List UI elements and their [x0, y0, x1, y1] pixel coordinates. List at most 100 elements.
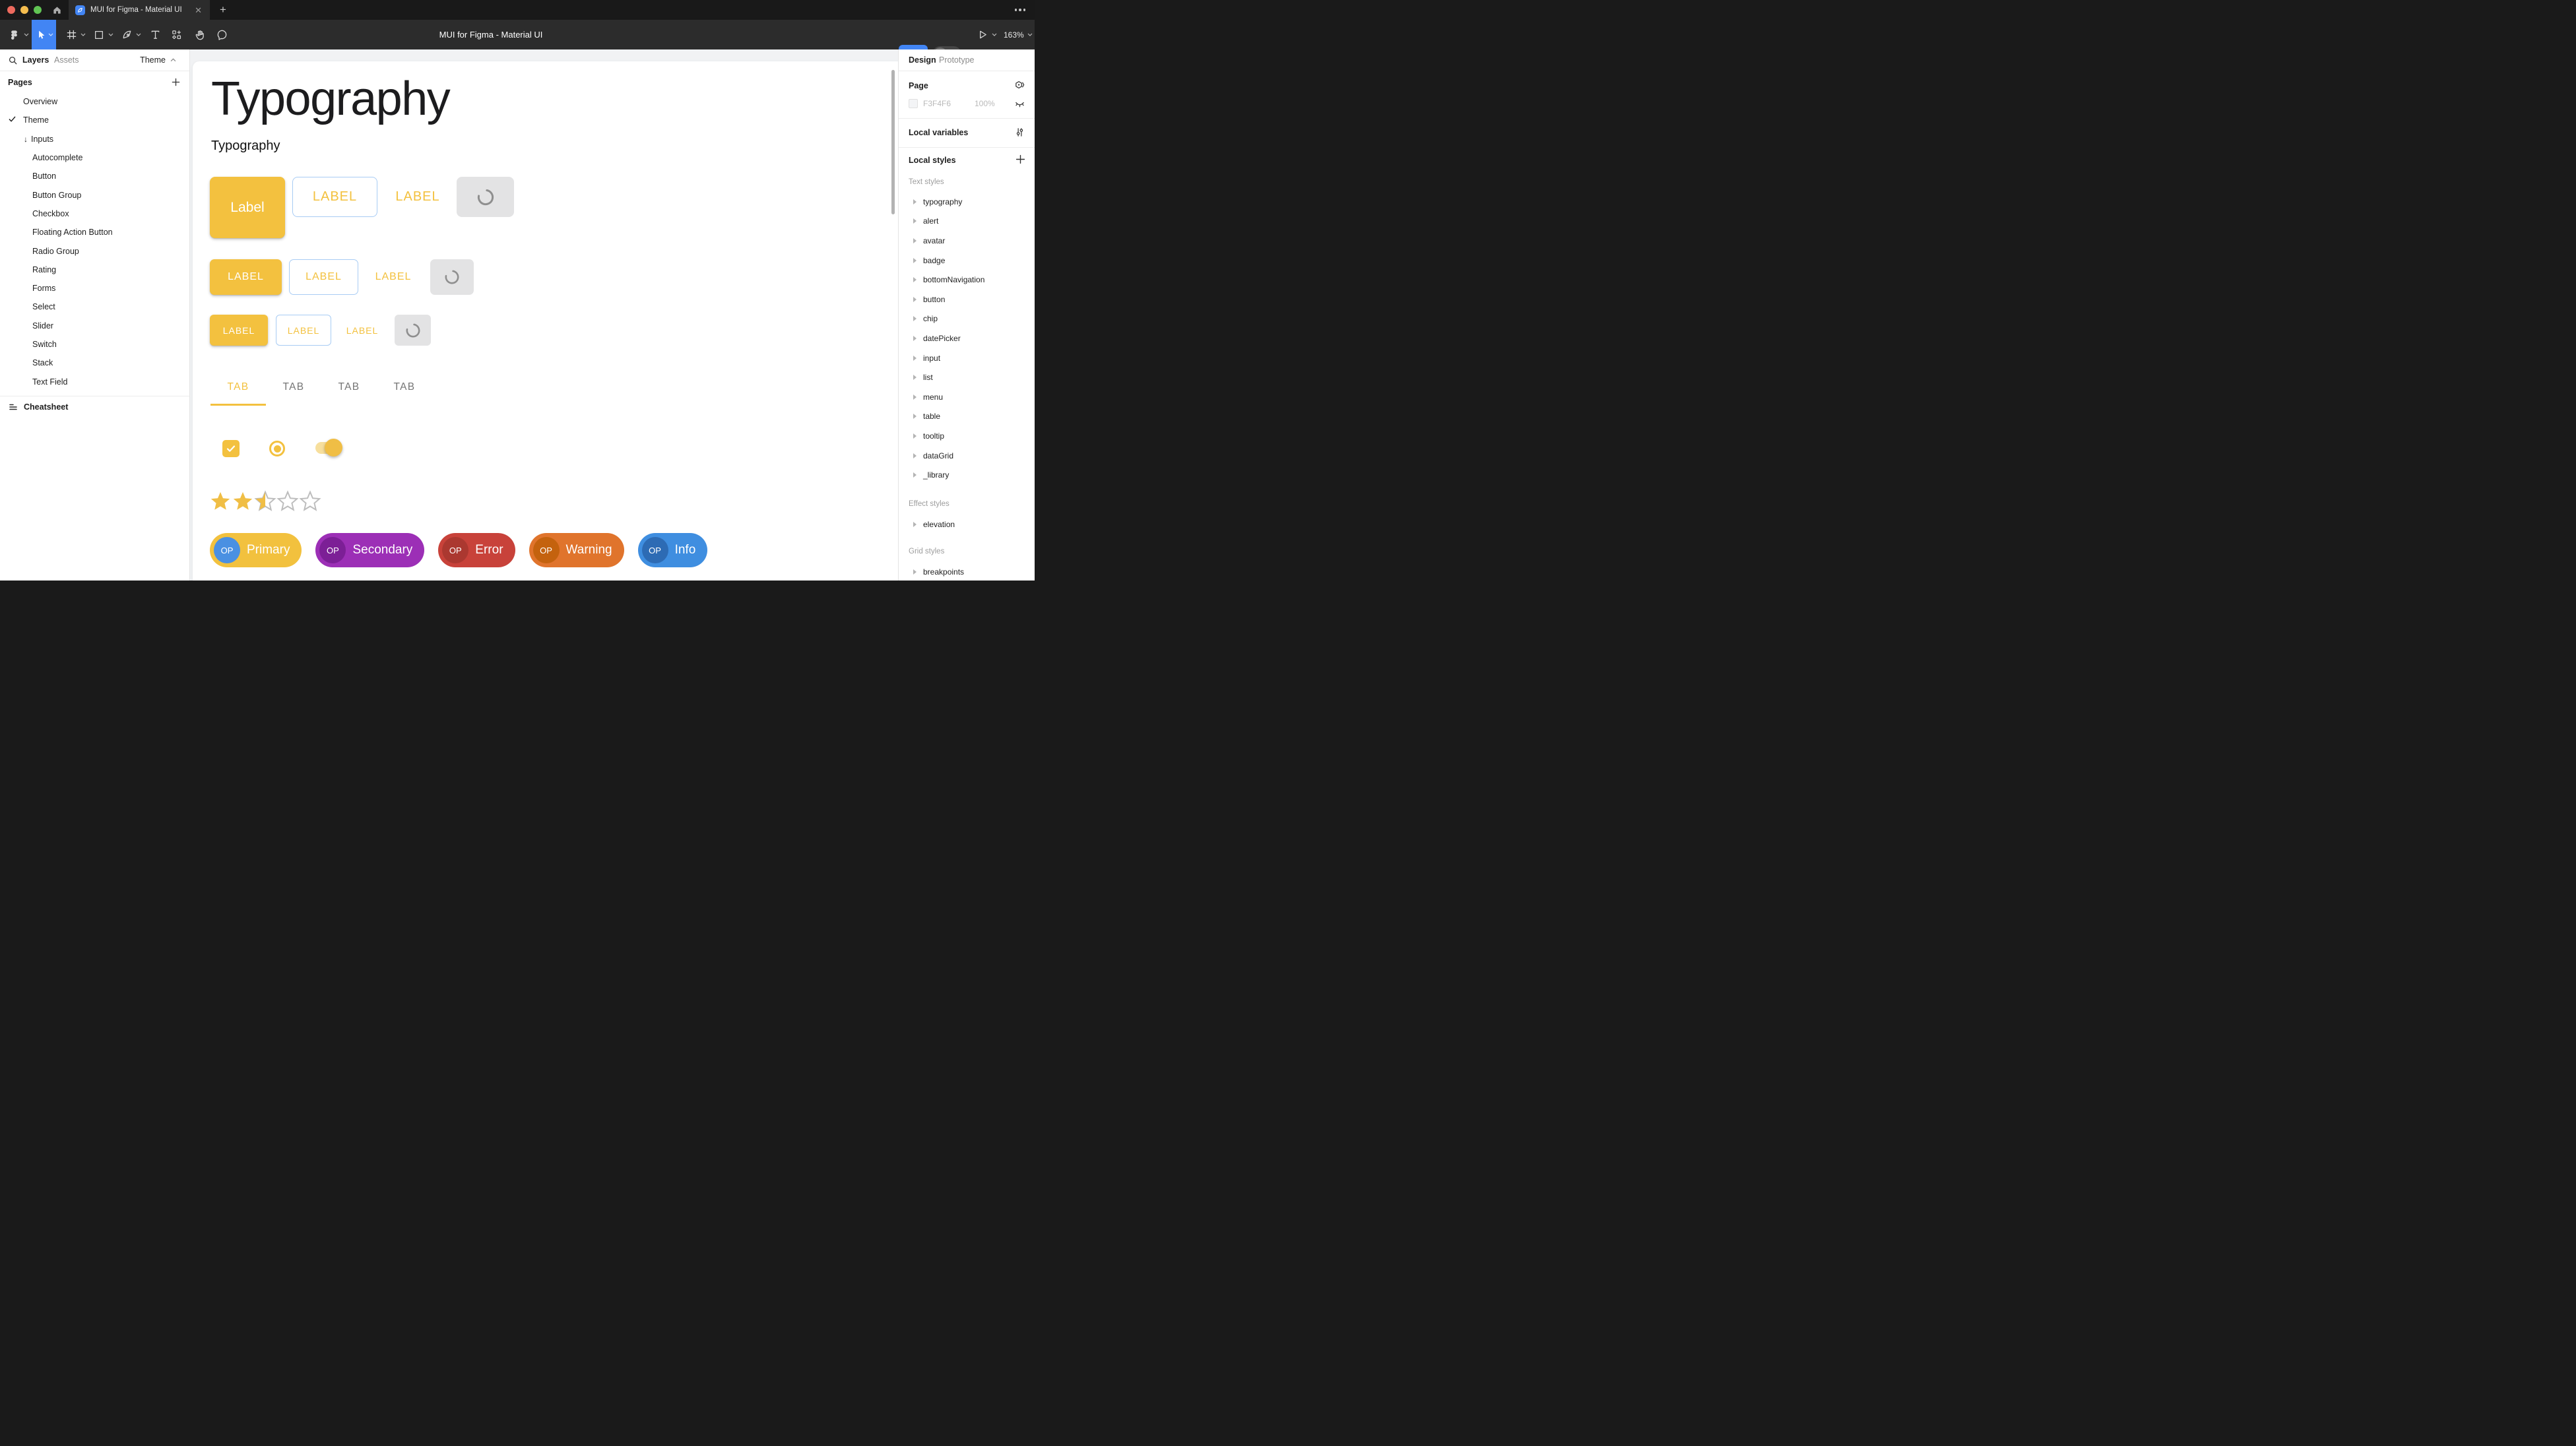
- add-page-button[interactable]: [169, 75, 182, 88]
- chip-info[interactable]: OP Info: [638, 533, 708, 567]
- chip-primary[interactable]: OP Primary: [210, 533, 302, 567]
- disclosure-triangle-icon[interactable]: [913, 453, 917, 458]
- page-item-rating[interactable]: Rating: [0, 261, 189, 279]
- tab-prototype[interactable]: Prototype: [939, 55, 975, 65]
- page-item-button-group[interactable]: Button Group: [0, 185, 189, 204]
- style-item-elevation[interactable]: elevation: [899, 515, 1035, 534]
- chip-error[interactable]: OP Error: [438, 533, 515, 567]
- main-menu-chevron-icon[interactable]: [22, 20, 30, 49]
- disclosure-triangle-icon[interactable]: [913, 569, 917, 575]
- disclosure-triangle-icon[interactable]: [913, 472, 917, 478]
- radio-selected[interactable]: [269, 441, 285, 456]
- chip-warning[interactable]: OP Warning: [529, 533, 624, 567]
- style-item-badge[interactable]: badge: [899, 251, 1035, 270]
- style-item-menu[interactable]: menu: [899, 387, 1035, 407]
- disclosure-triangle-icon[interactable]: [913, 356, 917, 361]
- move-tool-button[interactable]: [32, 20, 56, 49]
- frame-tool-chevron-icon[interactable]: [79, 20, 87, 49]
- actions-tool-button[interactable]: [168, 20, 185, 49]
- eye-closed-icon[interactable]: [1014, 98, 1025, 109]
- canvas[interactable]: Typography Typography Label LABEL LABEL …: [190, 49, 898, 581]
- hand-tool-button[interactable]: [190, 20, 209, 49]
- frame-tool-button[interactable]: [63, 20, 79, 49]
- zoom-menu[interactable]: 163%: [1004, 20, 1033, 49]
- style-item-avatar[interactable]: avatar: [899, 231, 1035, 251]
- style-item-alert[interactable]: alert: [899, 212, 1035, 232]
- page-item-select[interactable]: Select: [0, 298, 189, 316]
- contained-button-large[interactable]: Label: [210, 177, 285, 238]
- style-item-table[interactable]: table: [899, 407, 1035, 427]
- chip-secondary[interactable]: OP Secondary: [315, 533, 424, 567]
- contained-button-medium[interactable]: LABEL: [210, 259, 282, 295]
- page-item-theme[interactable]: Theme: [0, 111, 189, 129]
- disclosure-triangle-icon[interactable]: [913, 375, 917, 380]
- cheatsheet-item[interactable]: Cheatsheet: [0, 397, 189, 417]
- page-color-hex[interactable]: F3F4F6: [923, 99, 960, 108]
- canvas-scrollbar[interactable]: [891, 70, 895, 214]
- tab-item[interactable]: TAB: [321, 371, 377, 403]
- page-item-button[interactable]: Button: [0, 167, 189, 185]
- star-full-icon[interactable]: [232, 490, 254, 513]
- close-tab-icon[interactable]: ✕: [192, 5, 205, 16]
- page-item-inputs[interactable]: ↓Inputs: [0, 130, 189, 148]
- disclosure-triangle-icon[interactable]: [913, 522, 917, 527]
- disclosure-triangle-icon[interactable]: [913, 433, 917, 439]
- loading-button-medium[interactable]: [430, 259, 474, 295]
- loading-button-small[interactable]: [395, 315, 431, 346]
- present-button[interactable]: [978, 30, 988, 40]
- style-item-chip[interactable]: chip: [899, 309, 1035, 329]
- maximize-window-button[interactable]: [34, 6, 42, 14]
- rating-2.5-stars[interactable]: [209, 490, 321, 513]
- outlined-button-medium[interactable]: LABEL: [289, 259, 358, 295]
- variables-sliders-icon[interactable]: [1014, 127, 1025, 138]
- style-item-breakpoints[interactable]: breakpoints: [899, 562, 1035, 581]
- pen-tool-button[interactable]: [119, 20, 135, 49]
- tab-assets[interactable]: Assets: [54, 55, 79, 65]
- disclosure-triangle-icon[interactable]: [913, 414, 917, 419]
- new-tab-button[interactable]: +: [215, 2, 231, 18]
- add-style-icon[interactable]: [1015, 154, 1025, 164]
- page-item-stack[interactable]: Stack: [0, 354, 189, 372]
- file-tab[interactable]: MUI for Figma - Material UI ✕: [69, 0, 210, 20]
- disclosure-triangle-icon[interactable]: [913, 297, 917, 302]
- tab-item[interactable]: TAB: [377, 371, 432, 403]
- disclosure-triangle-icon[interactable]: [913, 316, 917, 321]
- style-item-list[interactable]: list: [899, 367, 1035, 387]
- disclosure-triangle-icon[interactable]: [913, 199, 917, 204]
- star-empty-icon[interactable]: [276, 490, 299, 513]
- styles-library-icon[interactable]: [1014, 80, 1025, 91]
- tab-item-active[interactable]: TAB: [210, 371, 266, 403]
- style-item-library[interactable]: _library: [899, 465, 1035, 485]
- tab-item[interactable]: TAB: [266, 371, 321, 403]
- page-item-text-field[interactable]: Text Field: [0, 372, 189, 391]
- style-item-datePicker[interactable]: datePicker: [899, 329, 1035, 348]
- window-menu-button[interactable]: [1015, 0, 1026, 20]
- text-button-small[interactable]: LABEL: [339, 315, 385, 346]
- style-item-input[interactable]: input: [899, 348, 1035, 368]
- text-button-medium[interactable]: LABEL: [367, 259, 420, 295]
- tab-design[interactable]: Design: [909, 55, 936, 65]
- switch-on[interactable]: [315, 441, 340, 455]
- checkbox-checked[interactable]: [222, 440, 240, 457]
- tab-layers[interactable]: Layers: [22, 55, 49, 65]
- page-dropdown[interactable]: Theme: [140, 55, 176, 65]
- disclosure-triangle-icon[interactable]: [913, 258, 917, 263]
- search-icon[interactable]: [8, 55, 18, 65]
- comment-tool-button[interactable]: [212, 20, 231, 49]
- disclosure-triangle-icon[interactable]: [913, 336, 917, 341]
- page-color-row[interactable]: F3F4F6 100%: [909, 99, 995, 108]
- disclosure-triangle-icon[interactable]: [913, 394, 917, 400]
- page-color-opacity[interactable]: 100%: [975, 99, 995, 108]
- page-item-autocomplete[interactable]: Autocomplete: [0, 148, 189, 167]
- star-half-icon[interactable]: [254, 490, 276, 513]
- style-item-dataGrid[interactable]: dataGrid: [899, 446, 1035, 466]
- page-color-swatch[interactable]: [909, 99, 918, 108]
- home-button[interactable]: [48, 0, 66, 20]
- shape-tool-chevron-icon[interactable]: [107, 20, 115, 49]
- page-item-forms[interactable]: Forms: [0, 279, 189, 298]
- page-item-switch[interactable]: Switch: [0, 335, 189, 354]
- star-empty-icon[interactable]: [299, 490, 321, 513]
- switch-thumb[interactable]: [325, 439, 342, 456]
- loading-button-large[interactable]: [457, 177, 514, 217]
- pen-tool-chevron-icon[interactable]: [135, 20, 143, 49]
